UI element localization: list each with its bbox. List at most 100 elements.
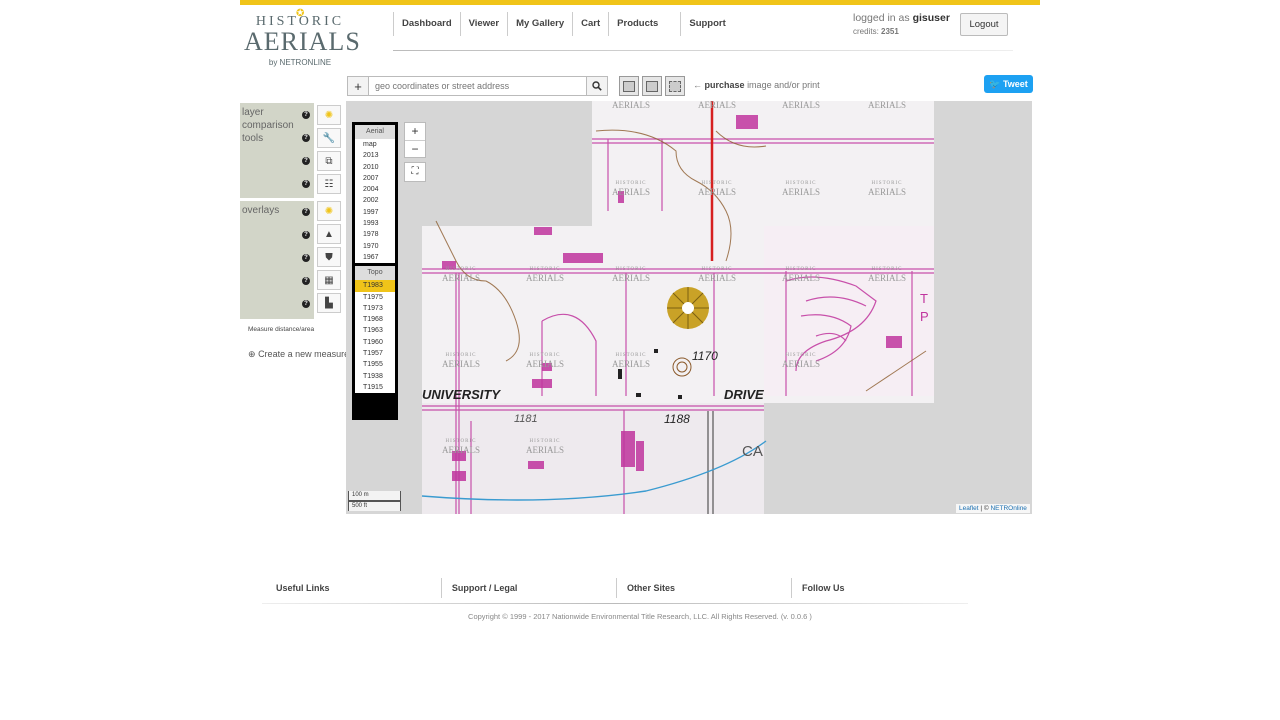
layer-year-item[interactable]: map: [355, 139, 395, 150]
tweet-button[interactable]: 🐦 Tweet: [984, 75, 1033, 93]
search-bar: +: [347, 75, 685, 97]
footer-support-legal[interactable]: Support / Legal: [440, 578, 616, 598]
help-icon[interactable]: ?: [302, 254, 310, 262]
zoom-control: + −: [404, 122, 426, 158]
watermark: HISTORIC AERIALS: [442, 439, 480, 455]
layer-year-item[interactable]: T1955: [355, 359, 395, 370]
swipe-tool-button[interactable]: ✺: [317, 105, 341, 125]
split-view-button[interactable]: [642, 76, 662, 96]
layer-year-item[interactable]: T1957: [355, 348, 395, 359]
watermark: AERIALS: [782, 101, 820, 110]
sun-icon: ✺: [324, 109, 334, 121]
layer-year-item[interactable]: 2004: [355, 184, 395, 195]
single-view-button[interactable]: [619, 76, 639, 96]
watermark: HISTORIC AERIALS: [782, 181, 820, 197]
map-label-elevation: 1170: [692, 349, 718, 363]
nav-products[interactable]: Products: [608, 12, 666, 36]
overlay-sun-button[interactable]: ✺: [317, 201, 341, 221]
layer-year-item[interactable]: 2010: [355, 162, 395, 173]
layer-year-item[interactable]: 1993: [355, 218, 395, 229]
nav-divider: [393, 50, 1013, 51]
help-icon[interactable]: ?: [302, 231, 310, 239]
footer-useful-links[interactable]: Useful Links: [266, 578, 441, 598]
nav-support[interactable]: Support: [680, 12, 733, 36]
layer-year-item[interactable]: T1975: [355, 292, 395, 303]
logged-in-prefix: logged in as: [853, 12, 910, 24]
nav-my-gallery[interactable]: My Gallery: [507, 12, 572, 36]
layer-year-item[interactable]: 1970: [355, 241, 395, 252]
topo-tab[interactable]: Topo: [355, 266, 395, 281]
measure-label: Measure distance/area: [248, 326, 315, 333]
compare-tool-button[interactable]: ⧉: [317, 151, 341, 171]
leaflet-link[interactable]: Leaflet: [959, 505, 979, 512]
help-icon[interactable]: ?: [302, 180, 310, 188]
building-overlay-button[interactable]: ▙: [317, 293, 341, 313]
map-label-elevation: 1188: [664, 412, 690, 426]
layer-year-item[interactable]: T1960: [355, 337, 395, 348]
layer-year-item[interactable]: T1968: [355, 314, 395, 325]
wrench-tool-button[interactable]: 🔧: [317, 128, 341, 148]
footer-follow-us[interactable]: Follow Us: [790, 578, 966, 598]
nav-cart[interactable]: Cart: [572, 12, 608, 36]
single-view-icon: [623, 80, 635, 92]
search-input[interactable]: [369, 76, 586, 96]
layer-year-item[interactable]: T1983: [355, 280, 395, 292]
netronline-link[interactable]: NETROnline: [990, 505, 1026, 512]
layer-year-item[interactable]: 1997: [355, 207, 395, 218]
username: gisuser: [912, 12, 950, 24]
aerial-year-list: map 2013 2010 2007 2004 2002 1997 1993 1978 1970 1…: [355, 139, 395, 264]
nav-dashboard[interactable]: Dashboard: [393, 12, 460, 36]
nav-viewer[interactable]: Viewer: [459, 12, 507, 36]
zoom-in-button[interactable]: +: [405, 123, 425, 140]
help-icon[interactable]: ?: [302, 208, 310, 216]
help-icon[interactable]: ?: [302, 134, 310, 142]
main-nav: Dashboard Viewer My Gallery Cart Product…: [393, 12, 734, 36]
split-view-icon: [646, 80, 658, 92]
layer-year-item[interactable]: T1938: [355, 371, 395, 382]
tools-label: layer comparison tools: [242, 107, 294, 144]
top-accent-bar: [240, 0, 1040, 5]
logout-button[interactable]: Logout: [960, 13, 1008, 36]
search-button[interactable]: [586, 76, 608, 96]
aerial-tab[interactable]: Aerial: [355, 125, 395, 139]
watermark: HISTORIC AERIALS: [442, 353, 480, 369]
add-location-button[interactable]: +: [347, 76, 369, 96]
road-icon: ▲: [324, 228, 334, 240]
help-icon[interactable]: ?: [302, 111, 310, 119]
fullscreen-button[interactable]: ⛶: [404, 162, 426, 182]
layer-year-panel: Aerial map 2013 2010 2007 2004 2002 1997 1993 19…: [352, 122, 398, 420]
zoom-out-button[interactable]: −: [405, 140, 425, 158]
boundary-overlay-button[interactable]: ⛊: [317, 247, 341, 267]
layer-year-item[interactable]: 2013: [355, 150, 395, 161]
road-overlay-button[interactable]: ▲: [317, 224, 341, 244]
layer-year-item[interactable]: 2002: [355, 195, 395, 206]
historic-aerials-logo[interactable]: ✪ HISTORIC AERIALS by NETRONLINE: [244, 8, 360, 70]
parcel-overlay-button[interactable]: ▦: [317, 270, 341, 290]
watermark: HISTORIC AERIALS: [612, 267, 650, 283]
layer-year-item[interactable]: 2007: [355, 173, 395, 184]
footer-other-sites[interactable]: Other Sites: [615, 578, 791, 598]
layer-year-item[interactable]: T1915: [355, 382, 395, 393]
watermark: AERIALS: [868, 101, 906, 110]
crop-icon: [669, 80, 681, 92]
watermark: HISTORIC AERIALS: [612, 181, 650, 197]
map-label-ca: CA: [742, 443, 763, 460]
help-icon[interactable]: ?: [302, 300, 310, 308]
layer-year-item[interactable]: 1967: [355, 252, 395, 263]
scale-metric: 100 m: [348, 491, 401, 501]
scale-imperial: 500 ft: [348, 501, 401, 511]
layers-tool-button[interactable]: ☷: [317, 174, 341, 194]
layer-year-item[interactable]: T1973: [355, 303, 395, 314]
map-attribution: Leaflet | © NETROnline: [956, 504, 1030, 513]
layer-year-item[interactable]: T1963: [355, 325, 395, 336]
watermark: HISTORIC AERIALS: [526, 439, 564, 455]
map-label-university: UNIVERSITY: [422, 387, 501, 402]
watermark: HISTORIC AERIALS: [868, 267, 906, 283]
login-info: logged in as gisuser: [853, 12, 950, 24]
search-icon: [592, 81, 602, 91]
help-icon[interactable]: ?: [302, 157, 310, 165]
crop-view-button[interactable]: [665, 76, 685, 96]
layer-year-item[interactable]: 1978: [355, 229, 395, 240]
map-viewport[interactable]: UNIVERSITY DRIVE 1170 1188 1181 CA T P A…: [346, 101, 1032, 514]
help-icon[interactable]: ?: [302, 277, 310, 285]
